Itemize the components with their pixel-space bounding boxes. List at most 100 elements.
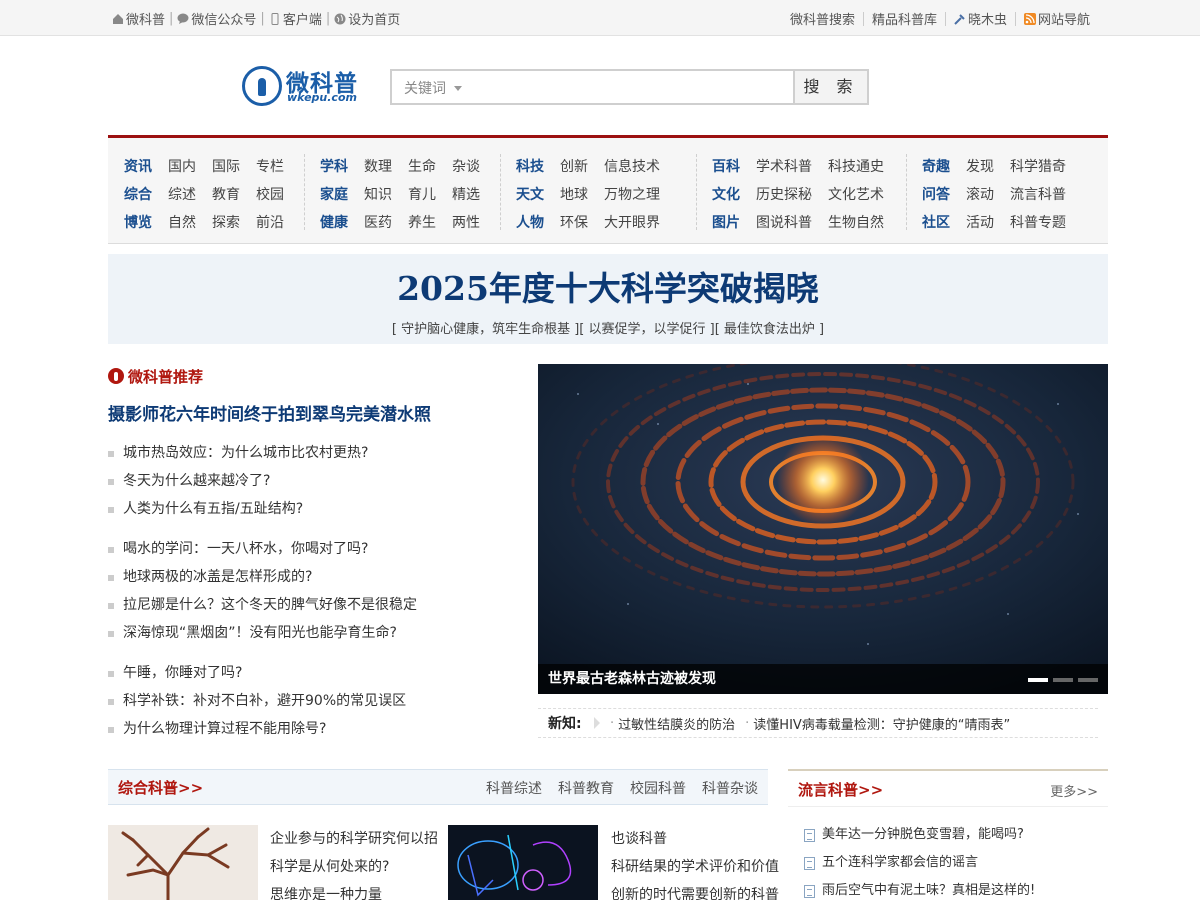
nav-item[interactable]: 精选 [452,184,480,204]
section-tab[interactable]: 校园科普 [630,778,686,798]
list-item[interactable]: 城市热岛效应：为什么城市比农村更热? [108,439,528,467]
article-thumbnail[interactable] [108,825,258,900]
nav-category[interactable]: 科技 [516,156,560,176]
list-item[interactable]: 拉尼娜是什么？这个冬天的脾气好像不是很稳定 [108,591,528,619]
nav-item[interactable]: 杂谈 [452,156,480,176]
ticker-item[interactable]: 过敏性结膜炎的防治 [618,714,735,733]
more-link[interactable]: 更多>> [1050,781,1098,800]
nav-item[interactable]: 知识 [364,184,392,204]
nav-item[interactable]: 前沿 [256,212,284,232]
list-item[interactable]: 雨后空气中有泥土味？真相是这样的! [804,877,1108,900]
nav-item[interactable]: 综述 [168,184,196,204]
nav-item[interactable]: 自然 [168,212,196,232]
list-item[interactable]: 地球两极的冰盖是怎样形成的? [108,563,528,591]
nav-item[interactable]: 大开眼界 [604,212,660,232]
nav-item[interactable]: 育儿 [408,184,436,204]
nav-item[interactable]: 历史探秘 [756,184,812,204]
section-tab[interactable]: 科普教育 [558,778,614,798]
featured-slideshow[interactable]: 世界最古老森林古迹被发现 [538,364,1108,694]
top-link-wechat[interactable]: 微信公众号 [177,9,256,28]
top-link-search[interactable]: 微科普搜索 [790,9,855,28]
top-link-client[interactable]: 客户端 [269,9,322,28]
nav-item[interactable]: 图说科普 [756,212,812,232]
nav-item[interactable]: 活动 [966,212,994,232]
nav-item[interactable]: 地球 [560,184,588,204]
nav-item[interactable]: 科普专题 [1010,212,1066,232]
nav-category[interactable]: 问答 [922,184,966,204]
nav-item[interactable]: 发现 [966,156,994,176]
nav-category[interactable]: 资讯 [124,156,168,176]
search-button[interactable]: 搜 索 [793,71,867,103]
rumor-panel-title[interactable]: 流言科普>> [798,779,883,800]
top-link-xiaomuchong[interactable]: 晓木虫 [954,9,1007,28]
top-link-sitenav[interactable]: 网站导航 [1023,9,1090,28]
nav-item[interactable]: 专栏 [256,156,284,176]
nav-category[interactable]: 天文 [516,184,560,204]
nav-item[interactable]: 两性 [452,212,480,232]
nav-category[interactable]: 人物 [516,212,560,232]
top-link-library[interactable]: 精品科普库 [872,9,937,28]
list-item[interactable]: 喝水的学问：一天八杯水，你喝对了吗? [108,535,528,563]
headline-title[interactable]: 2025年度十大科学突破揭晓 [108,262,1108,310]
nav-item[interactable]: 校园 [256,184,284,204]
nav-category[interactable]: 百科 [712,156,756,176]
list-item[interactable]: 企业参与的科学研究何以招 [270,825,438,853]
recommend-headline[interactable]: 摄影师花六年时间终于拍到翠鸟完美潜水照 [108,400,528,425]
nav-item[interactable]: 学术科普 [756,156,812,176]
nav-item[interactable]: 养生 [408,212,436,232]
list-item[interactable]: 人类为什么有五指/五趾结构? [108,495,528,523]
nav-category[interactable]: 奇趣 [922,156,966,176]
nav-category[interactable]: 健康 [320,212,364,232]
list-item[interactable]: 也谈科普 [611,825,779,853]
nav-category[interactable]: 文化 [712,184,756,204]
section-title[interactable]: 综合科普>> [118,777,203,798]
nav-item[interactable]: 探索 [212,212,240,232]
top-link-home[interactable]: 微科普 [112,9,165,28]
list-item[interactable]: 五个连科学家都会信的谣言 [804,849,1108,877]
nav-item[interactable]: 医药 [364,212,392,232]
slide-dot[interactable] [1053,678,1073,682]
nav-item[interactable]: 环保 [560,212,588,232]
nav-item[interactable]: 国际 [212,156,240,176]
headline-sub-links[interactable]: [ 守护脑心健康，筑牢生命根基 ][ 以赛促学，以学促行 ][ 最佳饮食法出炉 … [108,318,1108,337]
list-item[interactable]: 美年达一分钟脱色变雪碧，能喝吗? [804,821,1108,849]
article-thumbnail[interactable] [448,825,598,900]
ticker-item[interactable]: 读懂HIV病毒载量检测：守护健康的“晴雨表” [753,714,1010,733]
nav-item[interactable]: 文化艺术 [828,184,884,204]
list-item[interactable]: 午睡，你睡对了吗? [108,659,528,687]
nav-category[interactable]: 图片 [712,212,756,232]
list-item[interactable]: 创新的时代需要创新的科普 [611,881,779,900]
nav-category[interactable]: 学科 [320,156,364,176]
nav-category[interactable]: 综合 [124,184,168,204]
nav-category[interactable]: 社区 [922,212,966,232]
search-type-select[interactable]: 关键词 [404,78,462,98]
list-item[interactable]: 科学补铁：补对不白补，避开90%的常见误区 [108,687,528,715]
nav-item[interactable]: 信息技术 [604,156,660,176]
site-logo[interactable]: 微科普 wkepu.com [242,66,364,106]
nav-item[interactable]: 国内 [168,156,196,176]
section-tab[interactable]: 科普综述 [486,778,542,798]
nav-category[interactable]: 家庭 [320,184,364,204]
list-item[interactable]: 科学是从何处来的? [270,853,438,881]
list-item[interactable]: 为什么物理计算过程不能用除号? [108,715,528,743]
nav-item[interactable]: 教育 [212,184,240,204]
section-tab[interactable]: 科普杂谈 [702,778,758,798]
nav-category[interactable]: 博览 [124,212,168,232]
list-item[interactable]: 科研结果的学术评价和价值 [611,853,779,881]
slide-dot[interactable] [1028,678,1048,682]
nav-item[interactable]: 滚动 [966,184,994,204]
nav-item[interactable]: 科学猎奇 [1010,156,1066,176]
nav-item[interactable]: 数理 [364,156,392,176]
top-link-set-home[interactable]: 设为首页 [334,9,400,28]
list-item[interactable]: 深海惊现“黑烟囱”！没有阳光也能孕育生命? [108,619,528,647]
nav-item[interactable]: 万物之理 [604,184,660,204]
nav-item[interactable]: 创新 [560,156,588,176]
nav-row: 文化 历史探秘 文化艺术 [712,180,900,208]
nav-item[interactable]: 流言科普 [1010,184,1066,204]
nav-item[interactable]: 科技通史 [828,156,884,176]
list-item[interactable]: 冬天为什么越来越冷了? [108,467,528,495]
nav-item[interactable]: 生物自然 [828,212,884,232]
list-item[interactable]: 思维亦是一种力量 [270,881,438,900]
nav-item[interactable]: 生命 [408,156,436,176]
slide-dot[interactable] [1078,678,1098,682]
